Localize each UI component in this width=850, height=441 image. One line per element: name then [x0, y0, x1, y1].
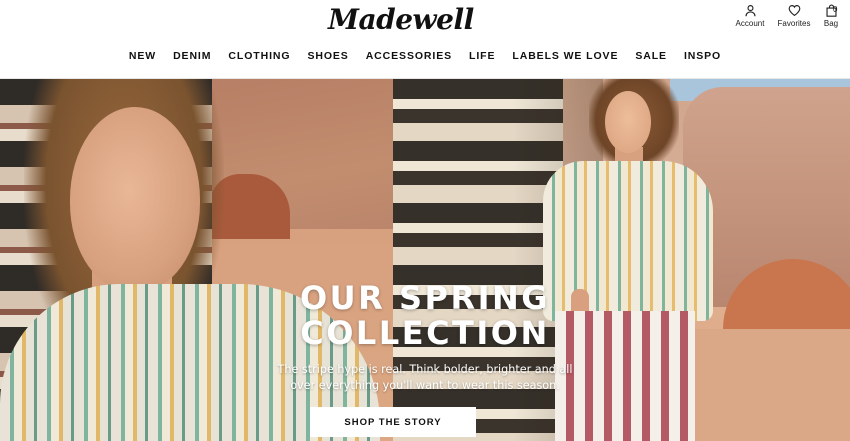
account-icon — [744, 5, 756, 17]
nav-item-new[interactable]: NEW — [120, 50, 164, 62]
nav-item-denim[interactable]: DENIM — [165, 50, 220, 62]
favorites-link[interactable]: Favorites — [772, 4, 816, 28]
nav-item-clothing[interactable]: CLOTHING — [220, 50, 299, 62]
hero-subtext-line2: over everything you'll want to wear this… — [290, 379, 560, 392]
hero-headline: OUR SPRING COLLECTION — [180, 281, 670, 351]
nav-item-accessories[interactable]: ACCESSORIES — [357, 50, 460, 62]
hero-headline-line1: OUR SPRING — [299, 279, 551, 317]
bag-link[interactable]: 0 Bag — [816, 4, 846, 28]
nav-item-labels-we-love[interactable]: LABELS WE LOVE — [504, 50, 627, 62]
main-nav: NEW DENIM CLOTHING SHOES ACCESSORIES LIF… — [0, 50, 850, 62]
nav-item-inspo[interactable]: INSPO — [675, 50, 729, 62]
nav-item-life[interactable]: LIFE — [461, 50, 504, 62]
bag-count: 0 — [833, 5, 838, 14]
hero-banner[interactable]: OUR SPRING COLLECTION The stripe hype is… — [0, 79, 850, 441]
hero-subtext-line1: The stripe hype is real. Think bolder, b… — [277, 363, 573, 376]
shop-the-story-button[interactable]: SHOP THE STORY — [310, 407, 476, 437]
hero-subtext: The stripe hype is real. Think bolder, b… — [225, 362, 625, 394]
site-header: Madewell Account Favorites 0 Bag NEW DEN… — [0, 0, 850, 79]
bag-label: Bag — [823, 19, 839, 28]
madewell-logo[interactable]: Madewell — [328, 2, 474, 38]
account-label: Account — [735, 19, 765, 28]
account-link[interactable]: Account — [728, 4, 772, 28]
hero-copy: OUR SPRING COLLECTION The stripe hype is… — [0, 79, 850, 441]
hero-headline-line2: COLLECTION — [300, 314, 550, 352]
nav-item-sale[interactable]: SALE — [627, 50, 676, 62]
heart-icon — [788, 5, 800, 17]
utility-nav: Account Favorites 0 Bag — [728, 4, 846, 28]
nav-item-shoes[interactable]: SHOES — [299, 50, 357, 62]
favorites-label: Favorites — [777, 19, 811, 28]
